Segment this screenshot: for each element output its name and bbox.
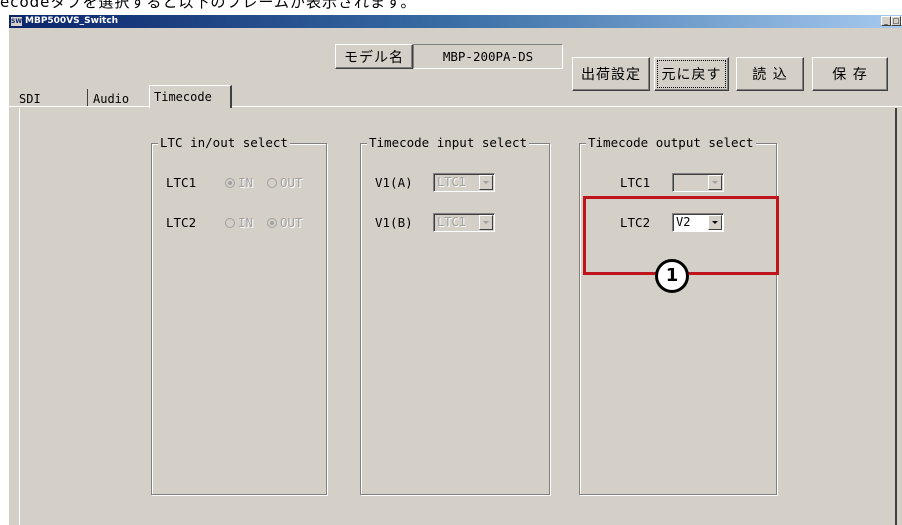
tc-output-title: Timecode output select [586, 135, 756, 150]
v1a-select-value: LTC1 [437, 175, 466, 189]
v1a-select[interactable]: LTC1 [433, 173, 495, 192]
tc-input-title: Timecode input select [367, 135, 530, 150]
factory-settings-button[interactable]: 出荷設定 [572, 57, 650, 91]
load-button[interactable]: 読 込 [736, 57, 804, 91]
ltc2-out-label: OUT [280, 215, 303, 230]
annotation-marker: 1 [655, 259, 689, 293]
ltc2-out-radio[interactable] [267, 218, 277, 228]
ltc2-label: LTC2 [166, 215, 197, 230]
v1b-select[interactable]: LTC1 [433, 213, 495, 232]
minimize-button[interactable]: _ [881, 16, 891, 26]
model-name-label: モデル名 [335, 44, 413, 69]
window-title: MBP500VS_Switch [25, 16, 119, 26]
app-icon: SW [11, 17, 22, 26]
tab-sdi[interactable]: SDI [19, 89, 41, 109]
ltc1-label: LTC1 [166, 175, 197, 190]
chevron-down-icon [483, 221, 489, 224]
v1a-dropdown-button[interactable] [479, 175, 493, 190]
ltc2-in-radio[interactable] [225, 218, 235, 228]
model-name-value: MBP-200PA-DS [413, 44, 563, 69]
chevron-down-icon [483, 181, 489, 184]
out-ltc1-select[interactable] [672, 173, 724, 192]
ltc1-in-label: IN [238, 175, 254, 190]
title-bar[interactable]: SW MBP500VS_Switch _ □ × [9, 15, 902, 28]
chevron-down-icon [712, 181, 718, 184]
v1a-label: V1(A) [375, 175, 413, 190]
ltc1-out-label: OUT [280, 175, 303, 190]
v1b-label: V1(B) [375, 215, 413, 230]
ltc1-in-radio[interactable] [225, 178, 235, 188]
tab-strip-line [9, 106, 902, 107]
v1b-dropdown-button[interactable] [479, 215, 493, 230]
ltc2-in-label: IN [238, 215, 254, 230]
app-window: SW MBP500VS_Switch _ □ × モデル名 MBP-200PA-… [8, 15, 902, 525]
tab-audio[interactable]: Audio [93, 89, 129, 109]
out-ltc1-label: LTC1 [620, 175, 651, 190]
tab-divider [87, 89, 88, 106]
tab-timecode-label: Timecode [154, 90, 212, 104]
maximize-button[interactable]: □ [891, 16, 901, 26]
tab-timecode[interactable]: Timecode [149, 85, 232, 108]
restore-button[interactable]: 元に戻す [654, 57, 729, 91]
tc-input-group: Timecode input select V1(A) LTC1 V1(B) L… [360, 136, 550, 495]
out-ltc1-dropdown-button[interactable] [708, 175, 722, 190]
v1b-select-value: LTC1 [437, 215, 466, 229]
ltc1-out-radio[interactable] [267, 178, 277, 188]
save-button[interactable]: 保 存 [812, 57, 888, 91]
ltc-inout-title: LTC in/out select [158, 135, 290, 150]
ltc-inout-group: LTC in/out select LTC1 IN OUT LTC2 IN OU… [151, 136, 327, 495]
document-caption: ecodeタブを選択すると以下のフレームが表示されます。 [0, 0, 417, 11]
